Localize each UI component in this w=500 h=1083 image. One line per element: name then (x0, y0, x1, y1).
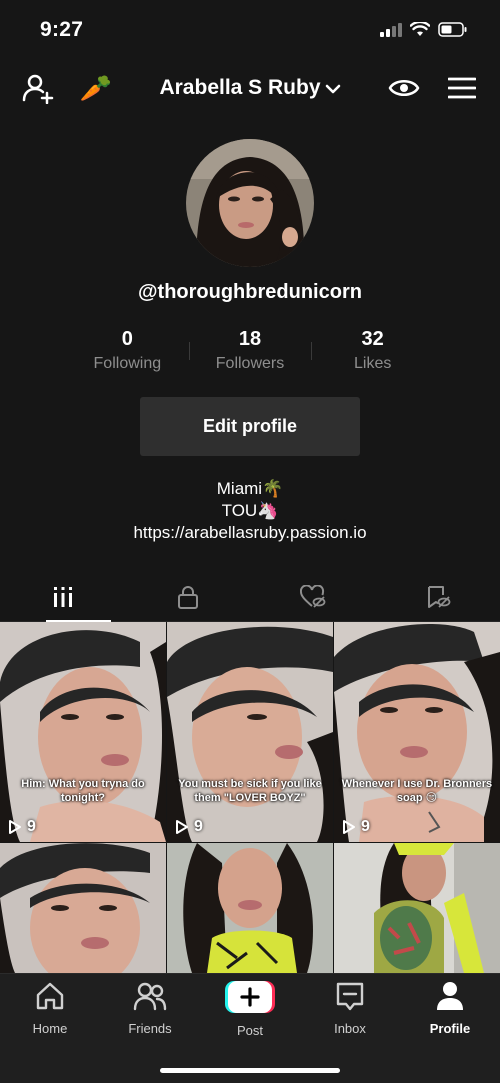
video-thumbnail[interactable] (167, 843, 333, 973)
stat-value: 32 (361, 328, 384, 350)
nav-label: Profile (429, 1021, 471, 1036)
tab-videos[interactable] (0, 572, 125, 622)
bio-line: Miami🌴 (216, 479, 284, 498)
video-thumbnail[interactable] (334, 843, 500, 973)
status-bar: 9:27 (0, 0, 500, 62)
tab-private[interactable] (125, 572, 250, 621)
profile-handle: @thoroughbredunicorn (138, 281, 362, 303)
video-thumbnail[interactable]: Whenever I use Dr. Bronners soap 😏 9 (334, 622, 500, 842)
wifi-icon (410, 22, 430, 36)
profile-icon (437, 982, 463, 1010)
tab-favorites[interactable] (375, 572, 500, 621)
stat-value: 18 (238, 328, 262, 350)
nav-label: Inbox (334, 1021, 366, 1036)
avatar[interactable] (186, 139, 314, 267)
eye-icon[interactable] (386, 70, 422, 106)
battery-icon (438, 22, 467, 37)
video-caption: Him: What you tryna do tonight? (21, 778, 145, 804)
inbox-icon (336, 982, 364, 1011)
profile-username[interactable]: Arabella S Ruby (0, 76, 500, 100)
grid-icon (53, 586, 72, 607)
video-grid: Him: What you tryna do tonight? 9 You mu… (0, 622, 500, 973)
friends-icon (133, 982, 167, 1011)
stat-following[interactable]: 0 Following (66, 328, 189, 378)
profile-bio: Miami🌴 TOU🦄 https://arabellasruby.passio… (0, 478, 500, 544)
nav-post[interactable]: Post (200, 980, 300, 1038)
tab-liked[interactable] (250, 572, 375, 621)
play-icon (176, 820, 188, 834)
status-icons (380, 22, 468, 37)
chevron-down-icon (325, 76, 341, 100)
home-indicator[interactable] (160, 1068, 340, 1073)
bookmark-hidden-icon (427, 585, 450, 608)
video-thumbnail[interactable]: Him: What you tryna do tonight? 9 (0, 622, 166, 842)
video-views: 9 (342, 818, 370, 836)
lock-icon (177, 585, 198, 609)
video-caption: You must be sick if you like them "LOVER… (178, 778, 322, 804)
nav-label: Friends (128, 1021, 172, 1036)
video-view-count: 9 (361, 818, 370, 835)
stat-likes[interactable]: 32 Likes (311, 328, 434, 378)
stat-label: Followers (215, 355, 285, 372)
nav-friends[interactable]: Friends (100, 980, 200, 1036)
edit-profile-button[interactable]: Edit profile (140, 397, 360, 456)
video-view-count: 9 (194, 818, 203, 835)
bottom-nav: Home Friends Post Inbox Profile (0, 973, 500, 1083)
video-caption: Whenever I use Dr. Bronners soap 😏 (341, 778, 493, 804)
menu-icon[interactable] (444, 70, 480, 106)
play-icon (9, 820, 21, 834)
video-views: 9 (175, 818, 203, 836)
nav-home[interactable]: Home (0, 980, 100, 1036)
nav-label: Post (236, 1023, 263, 1038)
profile-header: 🥕 Arabella S Ruby (0, 62, 500, 116)
profile-tabs (0, 572, 500, 622)
video-thumbnail[interactable] (0, 843, 166, 973)
stat-followers[interactable]: 18 Followers (188, 328, 312, 378)
nav-profile[interactable]: Profile (400, 980, 500, 1036)
play-icon (343, 820, 355, 834)
bio-line: TOU🦄 (221, 501, 279, 520)
home-icon (36, 982, 64, 1010)
profile-username-label: Arabella S Ruby (159, 76, 321, 99)
nav-label: Home (32, 1021, 68, 1036)
stat-label: Following (93, 355, 162, 372)
video-views: 9 (8, 818, 36, 836)
stat-value: 0 (121, 328, 133, 350)
post-plus-icon (225, 981, 275, 1013)
bio-link[interactable]: https://arabellasruby.passion.io (0, 522, 500, 544)
nav-inbox[interactable]: Inbox (300, 980, 400, 1036)
video-thumbnail[interactable]: You must be sick if you like them "LOVER… (167, 622, 333, 842)
video-view-count: 9 (27, 818, 36, 835)
signal-icon (380, 22, 402, 37)
status-time: 9:27 (40, 18, 84, 41)
profile-stats: 0 Following 18 Followers 32 Likes (66, 328, 434, 378)
heart-hidden-icon (299, 584, 325, 608)
stat-label: Likes (354, 355, 392, 372)
